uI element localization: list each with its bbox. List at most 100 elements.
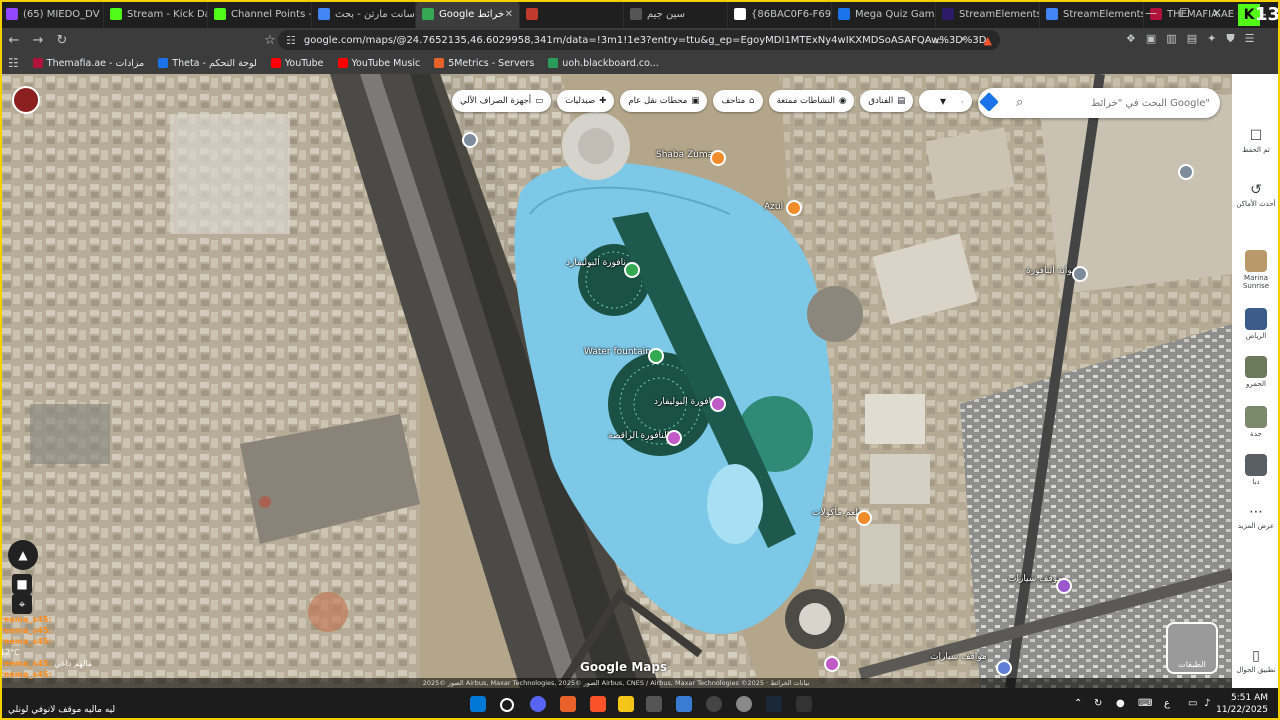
place-label[interactable]: النافورة الراقصة bbox=[608, 431, 669, 441]
app-icon[interactable] bbox=[676, 696, 692, 712]
vpn-icon[interactable]: ✦ bbox=[1207, 32, 1216, 46]
volume-icon[interactable]: ♪ bbox=[1204, 698, 1210, 709]
screenshot-icon[interactable]: ▣ bbox=[1146, 32, 1156, 46]
bookmark-star-icon[interactable]: ☆ bbox=[260, 33, 280, 48]
bookmark-item[interactable]: Theta - لوحة التحكم bbox=[158, 58, 257, 69]
sidebar-icon[interactable]: ▥ bbox=[1166, 32, 1176, 46]
category-chip[interactable]: محطات نقل عام ▣ bbox=[620, 90, 708, 112]
windows-start-icon[interactable] bbox=[470, 696, 486, 712]
place-pin-icon[interactable] bbox=[462, 132, 478, 148]
browser-tab[interactable]: StreamElements - C bbox=[936, 0, 1040, 28]
search-taskbar-icon[interactable] bbox=[500, 698, 514, 712]
layers-button[interactable]: الطبقات bbox=[1166, 622, 1218, 674]
place-label[interactable]: Water fountain bbox=[584, 347, 651, 357]
browser-tab[interactable] bbox=[520, 0, 624, 28]
extensions-icon[interactable]: ❖ bbox=[1126, 32, 1136, 46]
browser-tab[interactable]: {86BAC0F6-F697-4 bbox=[728, 0, 832, 28]
close-window-button[interactable]: ✕ bbox=[1212, 6, 1222, 20]
search-input[interactable] bbox=[1038, 96, 1212, 110]
rail-item[interactable]: ☐ تم الحفظ bbox=[1232, 128, 1280, 154]
place-label[interactable]: Azul bbox=[764, 202, 783, 212]
category-chip[interactable]: أجهزة الصراف الآلي ▭ bbox=[452, 90, 552, 112]
bookmark-item[interactable]: YouTube Music bbox=[337, 58, 420, 69]
park-pin-icon[interactable] bbox=[648, 348, 664, 364]
parking-pin-icon[interactable] bbox=[1056, 578, 1072, 594]
discord-icon[interactable] bbox=[530, 696, 546, 712]
browser-tab[interactable]: (65) MIEDO_DV - Tw bbox=[0, 0, 104, 28]
place-pin-icon[interactable] bbox=[1178, 164, 1194, 180]
obs-icon[interactable] bbox=[706, 696, 722, 712]
wallet-icon[interactable]: ▤ bbox=[1187, 32, 1197, 46]
directions-icon[interactable] bbox=[979, 92, 999, 112]
attraction-pin-icon[interactable] bbox=[824, 656, 840, 672]
minimize-button[interactable]: — bbox=[1145, 6, 1157, 20]
system-clock[interactable]: 5:51 AM 11/22/2025 bbox=[1216, 692, 1268, 716]
attraction-pin-icon[interactable] bbox=[666, 430, 682, 446]
rail-item[interactable]: ↺ أحدث الأماكن bbox=[1232, 182, 1280, 208]
street-view-icon[interactable]: ■ bbox=[12, 574, 32, 594]
place-label[interactable]: نافورة البوليفارد bbox=[566, 258, 626, 268]
app-icon[interactable] bbox=[736, 696, 752, 712]
url-text[interactable]: google.com/maps/@24.7652135,46.6029958,3… bbox=[304, 35, 987, 46]
browser-tab[interactable]: سین جیم bbox=[624, 0, 728, 28]
rail-item[interactable]: ⋯ عرض المزيد bbox=[1232, 504, 1280, 530]
close-tab-icon[interactable]: ✕ bbox=[505, 9, 513, 20]
parking-pin-icon[interactable] bbox=[996, 660, 1012, 676]
compass-icon[interactable]: ▲ bbox=[8, 540, 38, 570]
satellite-map[interactable]: ⌕ مطاعم♨الفنادق▤النشاطات ممتعة◉متاحف⌂محط… bbox=[0, 74, 1232, 688]
browser-tab[interactable]: StreamElements SE bbox=[1040, 0, 1144, 28]
omnibox[interactable]: ☷ google.com/maps/@24.7652135,46.6029958… bbox=[278, 30, 1000, 50]
rail-item[interactable]: ▯ تطبيق الجوال bbox=[1232, 648, 1280, 674]
brave-browser-icon[interactable] bbox=[590, 696, 606, 712]
category-chip[interactable]: صيدليات ✚ bbox=[557, 90, 615, 112]
steam-icon[interactable] bbox=[766, 696, 782, 712]
site-info-icon[interactable]: ☷ bbox=[286, 34, 296, 47]
search-icon[interactable]: ⌕ bbox=[1016, 95, 1023, 110]
account-avatar[interactable] bbox=[12, 86, 40, 114]
browser-tab[interactable]: Google خرائط ✕ bbox=[416, 0, 520, 28]
rail-item[interactable]: جدة bbox=[1232, 406, 1280, 438]
cast-icon[interactable]: ▭ bbox=[934, 34, 944, 47]
bookmark-item[interactable]: uoh.blackboard.co... bbox=[548, 58, 659, 69]
browser-tab[interactable]: سانت مارتن - بحث bbox=[312, 0, 416, 28]
keyboard-icon[interactable]: ⌨ bbox=[1138, 698, 1152, 709]
brave-shield-icon[interactable]: ▲ bbox=[984, 34, 992, 47]
place-label[interactable]: موقف سيارات bbox=[1008, 574, 1062, 584]
reload-icon[interactable]: ↻ bbox=[52, 33, 72, 48]
menu-icon[interactable]: ☰ bbox=[1245, 32, 1255, 46]
rail-item[interactable]: دبا bbox=[1232, 454, 1280, 486]
my-location-icon[interactable]: ⌖ bbox=[12, 594, 32, 614]
attraction-pin-icon[interactable] bbox=[710, 396, 726, 412]
search-box[interactable]: ⌕ bbox=[978, 88, 1220, 118]
rail-item[interactable]: الرياض bbox=[1232, 308, 1280, 340]
browser-tab[interactable]: Channel Points - K bbox=[208, 0, 312, 28]
restaurant-pin-icon[interactable] bbox=[786, 200, 802, 216]
rail-item[interactable]: Marina Sunrise bbox=[1232, 250, 1280, 290]
bookmark-item[interactable]: Themafia.ae - مزادات bbox=[32, 58, 144, 69]
browser-tab[interactable]: Stream - Kick Da bbox=[104, 0, 208, 28]
language-indicator[interactable]: ع bbox=[1164, 698, 1170, 709]
bookmark-item[interactable]: YouTube bbox=[270, 58, 324, 69]
category-chip[interactable]: الفنادق ▤ bbox=[860, 90, 914, 112]
gate-pin-icon[interactable] bbox=[1072, 266, 1088, 282]
back-arrow-icon[interactable]: ← bbox=[4, 33, 24, 48]
browser-tab[interactable]: Mega Quiz Gaming bbox=[832, 0, 936, 28]
restaurant-pin-icon[interactable] bbox=[710, 150, 726, 166]
place-label[interactable]: مواقف سيارات bbox=[930, 652, 987, 662]
shield-icon[interactable]: ⛊ bbox=[1226, 32, 1234, 46]
rail-item[interactable]: الحمرو bbox=[1232, 356, 1280, 388]
place-label[interactable]: بوابة النافورة bbox=[1026, 266, 1075, 276]
app-icon[interactable] bbox=[560, 696, 576, 712]
apps-grid-icon[interactable]: ☷ bbox=[8, 56, 19, 70]
category-chip[interactable]: النشاطات ممتعة ◉ bbox=[768, 90, 855, 112]
app-icon[interactable] bbox=[646, 696, 662, 712]
sync-icon[interactable]: ↻ bbox=[1094, 698, 1102, 709]
maximize-button[interactable]: ☐ bbox=[1179, 6, 1190, 20]
category-chip[interactable]: متاحف ⌂ bbox=[713, 90, 763, 112]
app-icon[interactable] bbox=[796, 696, 812, 712]
place-label[interactable]: نافورة البوليفارد bbox=[654, 397, 714, 407]
bookmark-item[interactable]: 5Metrics - Servers bbox=[434, 58, 534, 69]
share-icon[interactable]: ↗ bbox=[957, 34, 966, 47]
mic-icon[interactable]: ● bbox=[1116, 698, 1125, 709]
file-explorer-icon[interactable] bbox=[618, 696, 634, 712]
